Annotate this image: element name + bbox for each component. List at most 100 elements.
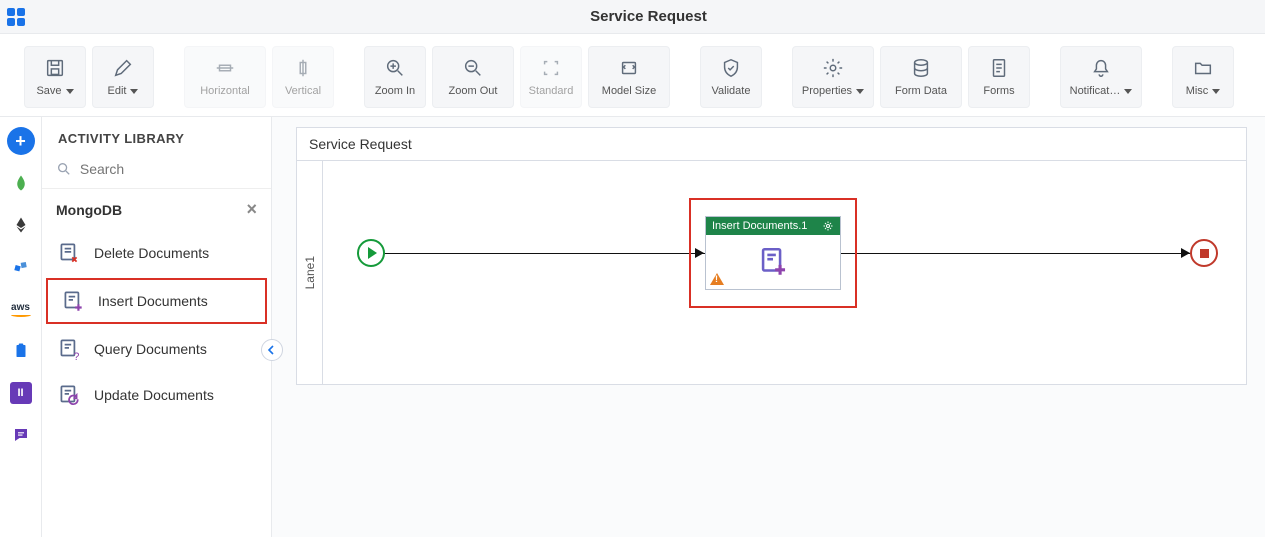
lane-label[interactable]: Lane1 (297, 161, 323, 384)
activity-update-documents[interactable]: Update Documents (42, 372, 271, 418)
node-header: Insert Documents.1 (706, 217, 840, 235)
rail-aws-icon[interactable]: aws (7, 295, 35, 323)
activity-label: Delete Documents (94, 245, 209, 261)
svg-text:?: ? (73, 351, 79, 362)
zoom-out-icon (462, 57, 484, 79)
edit-label: Edit (108, 85, 127, 97)
database-icon (910, 57, 932, 79)
forms-button[interactable]: Forms (968, 46, 1030, 108)
warning-icon (710, 273, 724, 285)
rail-mongodb-icon[interactable] (7, 169, 35, 197)
leaf-icon (12, 174, 30, 192)
sidebar-heading: ACTIVITY LIBRARY (42, 117, 271, 154)
misc-label: Misc (1186, 85, 1209, 97)
main: + aws II ACTIVITY LIBRARY MongoDB × (0, 117, 1265, 537)
group-header: MongoDB × (42, 189, 271, 230)
align-vertical-icon (292, 57, 314, 79)
activity-query-documents[interactable]: ? Query Documents (42, 326, 271, 372)
gear-icon[interactable] (822, 220, 834, 232)
align-vertical-label: Vertical (285, 85, 321, 97)
doc-insert-icon (60, 288, 86, 314)
validate-label: Validate (712, 85, 751, 97)
edit-button[interactable]: Edit (92, 46, 154, 108)
pencil-icon (112, 57, 134, 79)
rail-ethereum-icon[interactable] (7, 211, 35, 239)
search-icon (56, 160, 72, 178)
process-canvas[interactable]: Service Request Lane1 Insert Documents.1 (296, 127, 1247, 385)
notifications-button[interactable]: Notificat… (1060, 46, 1142, 108)
rail-ii-icon[interactable]: II (7, 379, 35, 407)
activity-delete-documents[interactable]: Delete Documents (42, 230, 271, 276)
activity-label: Insert Documents (98, 293, 208, 309)
doc-delete-icon (56, 240, 82, 266)
lane-body[interactable]: Insert Documents.1 (323, 161, 1246, 384)
shield-check-icon (720, 57, 742, 79)
arrow-icon (1181, 248, 1190, 258)
align-vertical-button: Vertical (272, 46, 334, 108)
rail-blocks-icon[interactable] (7, 253, 35, 281)
doc-query-icon: ? (56, 336, 82, 362)
rail-clipboard-icon[interactable] (7, 337, 35, 365)
node-body (706, 235, 840, 289)
align-horizontal-label: Horizontal (200, 85, 250, 97)
form-data-label: Form Data (895, 85, 947, 97)
activity-label: Update Documents (94, 387, 214, 403)
toolbar: Save Edit Horizontal Vertical Zoom In Zo… (0, 34, 1265, 117)
end-node[interactable] (1190, 239, 1218, 267)
align-horizontal-icon (214, 57, 236, 79)
zoom-standard-label: Standard (529, 85, 574, 97)
notifications-label: Notificat… (1070, 85, 1121, 97)
add-button[interactable]: + (7, 127, 35, 155)
zoom-in-button[interactable]: Zoom In (364, 46, 426, 108)
frame-icon (540, 57, 562, 79)
insert-documents-node[interactable]: Insert Documents.1 (705, 216, 841, 290)
rail-chat-icon[interactable] (7, 421, 35, 449)
activity-label: Query Documents (94, 341, 207, 357)
properties-label: Properties (802, 85, 852, 97)
zoom-in-label: Zoom In (375, 85, 415, 97)
blocks-icon (12, 258, 30, 276)
form-data-button[interactable]: Form Data (880, 46, 962, 108)
start-node[interactable] (357, 239, 385, 267)
activity-library-panel: ACTIVITY LIBRARY MongoDB × Delete Docume… (42, 117, 272, 537)
validate-button[interactable]: Validate (700, 46, 762, 108)
align-horizontal-button: Horizontal (184, 46, 266, 108)
zoom-in-icon (384, 57, 406, 79)
node-highlight: Insert Documents.1 (689, 198, 857, 308)
doc-update-icon (56, 382, 82, 408)
form-icon (988, 57, 1010, 79)
top-bar: Service Request (0, 0, 1265, 34)
clipboard-icon (12, 342, 30, 360)
diamond-icon (12, 216, 30, 234)
search-input[interactable] (80, 161, 257, 177)
chat-icon (12, 426, 30, 444)
misc-button[interactable]: Misc (1172, 46, 1234, 108)
folder-icon (1192, 57, 1214, 79)
canvas-area: Service Request Lane1 Insert Documents.1 (272, 117, 1265, 537)
zoom-standard-button: Standard (520, 46, 582, 108)
page-title: Service Request (32, 8, 1265, 25)
gear-icon (822, 57, 844, 79)
lane: Lane1 Insert Documents.1 (297, 161, 1246, 384)
collapse-sidebar-button[interactable] (261, 339, 283, 361)
node-title: Insert Documents.1 (712, 220, 807, 232)
expand-icon (618, 57, 640, 79)
group-name: MongoDB (56, 202, 122, 218)
model-size-label: Model Size (602, 85, 656, 97)
save-icon (44, 57, 66, 79)
apps-icon[interactable] (0, 1, 32, 33)
bell-icon (1090, 57, 1112, 79)
save-button[interactable]: Save (24, 46, 86, 108)
search-row (42, 154, 271, 189)
chevron-left-icon (267, 345, 277, 355)
save-label: Save (36, 85, 61, 97)
doc-insert-icon (756, 245, 790, 279)
zoom-out-button[interactable]: Zoom Out (432, 46, 514, 108)
forms-label: Forms (983, 85, 1014, 97)
activity-insert-documents[interactable]: Insert Documents (46, 278, 267, 324)
zoom-out-label: Zoom Out (449, 85, 498, 97)
model-size-button[interactable]: Model Size (588, 46, 670, 108)
left-rail: + aws II (0, 117, 42, 537)
close-icon[interactable]: × (246, 199, 257, 220)
properties-button[interactable]: Properties (792, 46, 874, 108)
